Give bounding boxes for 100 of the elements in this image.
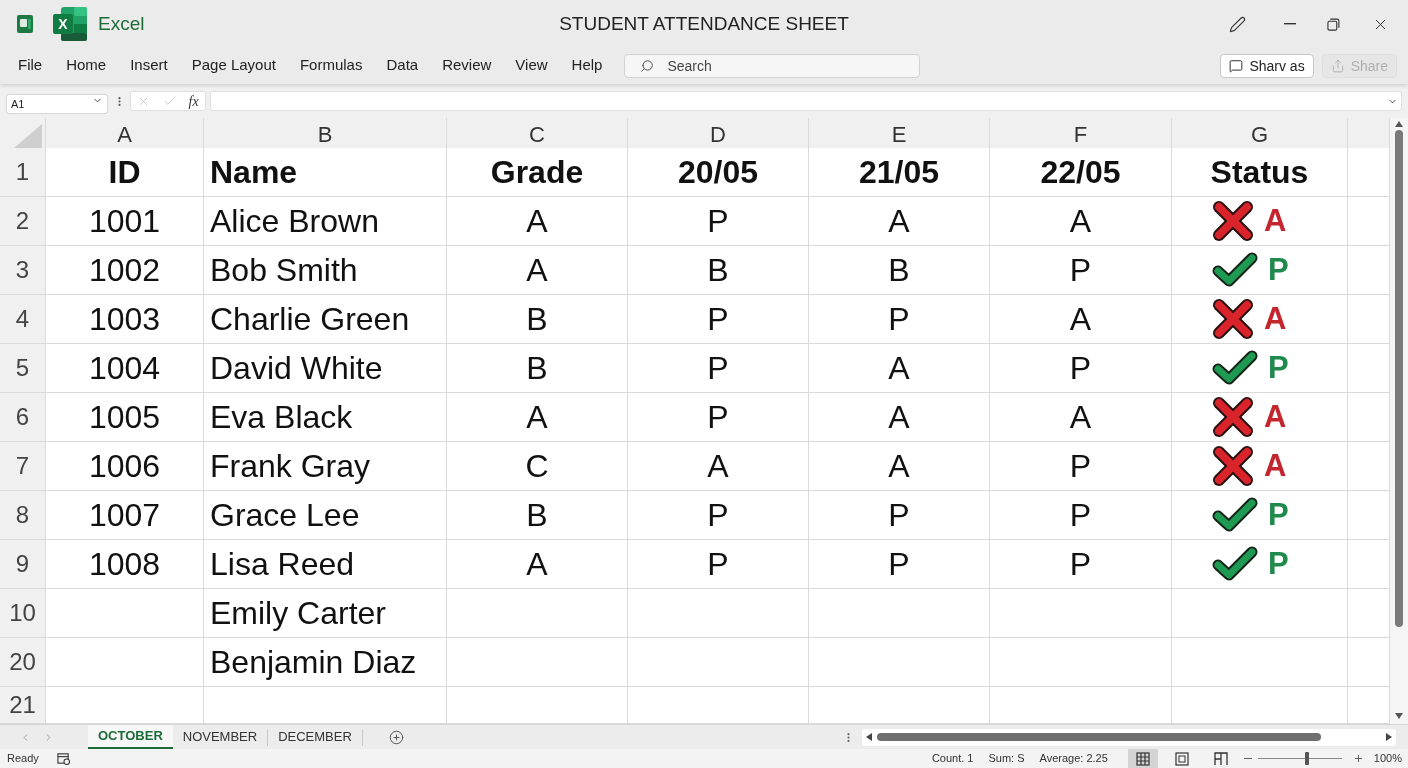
status-text: A <box>1264 397 1287 436</box>
row-number: 9 <box>0 540 46 589</box>
name-box[interactable]: A1 <box>6 94 108 114</box>
table-cell: Grace Lee <box>204 491 447 540</box>
check-icon <box>1212 350 1258 386</box>
table-cell: P <box>990 344 1172 393</box>
search-field[interactable]: Search <box>624 54 921 78</box>
ribbon-tab[interactable]: Data <box>386 50 419 82</box>
add-sheet-icon[interactable] <box>388 729 404 745</box>
ribbon-tab[interactable]: Formulas <box>299 50 363 82</box>
search-icon <box>640 59 655 73</box>
comment-icon <box>1229 59 1244 73</box>
table-cell: Benjamin Diaz <box>204 638 447 687</box>
sheet-tab[interactable]: NOVEMBER <box>172 728 269 746</box>
row-number: 10 <box>0 589 46 638</box>
header-cell: 20/05 <box>628 148 809 197</box>
check-icon <box>1212 546 1258 582</box>
table-cell: P <box>990 540 1172 589</box>
scrollbar-thumb[interactable] <box>877 733 1321 741</box>
status-text: A <box>1264 201 1287 240</box>
ribbon-tab[interactable]: Insert <box>130 50 168 82</box>
header-cell: Name <box>204 148 447 197</box>
table-cell: P <box>628 540 809 589</box>
table-cell: A <box>990 295 1172 344</box>
more-icon[interactable] <box>118 95 121 107</box>
check-icon <box>1212 497 1258 533</box>
sheet-tab[interactable]: OCTOBER <box>88 725 173 749</box>
table-cell: A <box>447 540 628 589</box>
zoom-out-icon[interactable] <box>1243 757 1252 760</box>
table-cell: 1001 <box>46 197 204 246</box>
table-cell: P <box>628 344 809 393</box>
header-cell: 22/05 <box>990 148 1172 197</box>
table-cell: Lisa Reed <box>204 540 447 589</box>
vertical-scrollbar[interactable] <box>1390 118 1408 724</box>
zoom-in-icon[interactable] <box>1352 753 1364 764</box>
ribbon-tab[interactable]: Page Layout <box>191 50 276 82</box>
formula-input[interactable] <box>210 91 1402 111</box>
app-icon <box>15 14 35 34</box>
ribbon-tab[interactable]: Help <box>571 50 603 82</box>
table-cell: A <box>809 344 990 393</box>
status-text: A <box>1264 446 1287 485</box>
pen-icon <box>1228 15 1246 33</box>
calendar-icon[interactable] <box>56 752 70 765</box>
status-summary: Count. 1 <box>931 751 974 767</box>
table-cell: 1007 <box>46 491 204 540</box>
zoom-thumb[interactable] <box>1304 752 1309 765</box>
table-cell: Emily Carter <box>204 589 447 638</box>
table-cell: B <box>809 246 990 295</box>
row-number: 21 <box>0 687 46 724</box>
row-number: 8 <box>0 491 46 540</box>
table-cell: A <box>447 197 628 246</box>
insert-function-button[interactable]: fx <box>188 90 199 112</box>
table-cell: P <box>628 295 809 344</box>
table-cell: P <box>628 393 809 442</box>
row-number: 20 <box>0 638 46 687</box>
restore-icon <box>1326 17 1340 31</box>
table-cell: 1005 <box>46 393 204 442</box>
share-icon <box>1330 59 1345 73</box>
ribbon-tab[interactable]: Review <box>442 50 492 82</box>
table-cell: B <box>447 344 628 393</box>
status-mode: Ready <box>7 751 39 767</box>
row-number: 5 <box>0 344 46 393</box>
scroll-right-icon[interactable] <box>1386 733 1392 741</box>
table-cell: David White <box>204 344 447 393</box>
normal-view-icon <box>1135 751 1150 766</box>
scroll-down-icon[interactable] <box>1395 713 1403 719</box>
horizontal-scrollbar[interactable] <box>862 728 1396 746</box>
table-cell: Eva Black <box>204 393 447 442</box>
comments-button[interactable]: Sharv as <box>1220 54 1314 78</box>
zoom-level: 100% <box>1373 751 1402 767</box>
table-cell: Charlie Green <box>204 295 447 344</box>
ribbon-tab[interactable]: View <box>515 50 548 82</box>
table-cell: Alice Brown <box>204 197 447 246</box>
header-cell: Status <box>1172 148 1348 197</box>
header-cell: 21/05 <box>809 148 990 197</box>
header-cell: Grade <box>447 148 628 197</box>
table-cell: Bob Smith <box>204 246 447 295</box>
ribbon-tab[interactable]: Home <box>66 50 107 82</box>
table-cell: A <box>447 246 628 295</box>
ribbon-tab[interactable]: File <box>18 50 43 82</box>
more-icon[interactable] <box>847 731 850 743</box>
row-number: 3 <box>0 246 46 295</box>
scroll-up-icon[interactable] <box>1395 121 1403 127</box>
scrollbar-thumb[interactable] <box>1395 130 1403 627</box>
sheet-tab[interactable]: DECEMBER <box>268 728 363 746</box>
window-title: STUDENT ATTENDANCE SHEET <box>559 11 849 36</box>
table-cell: Frank Gray <box>204 442 447 491</box>
table-cell: 1008 <box>46 540 204 589</box>
row-number: 4 <box>0 295 46 344</box>
table-cell: P <box>990 246 1172 295</box>
table-cell: P <box>628 491 809 540</box>
status-text: P <box>1268 348 1289 387</box>
table-cell: B <box>628 246 809 295</box>
view-button[interactable] <box>1127 749 1158 768</box>
scroll-left-icon[interactable] <box>866 733 872 741</box>
table-cell: A <box>809 442 990 491</box>
page-layout-icon <box>1174 751 1189 766</box>
cross-icon <box>1212 396 1254 438</box>
cross-icon <box>1212 200 1254 242</box>
table-cell: 1004 <box>46 344 204 393</box>
